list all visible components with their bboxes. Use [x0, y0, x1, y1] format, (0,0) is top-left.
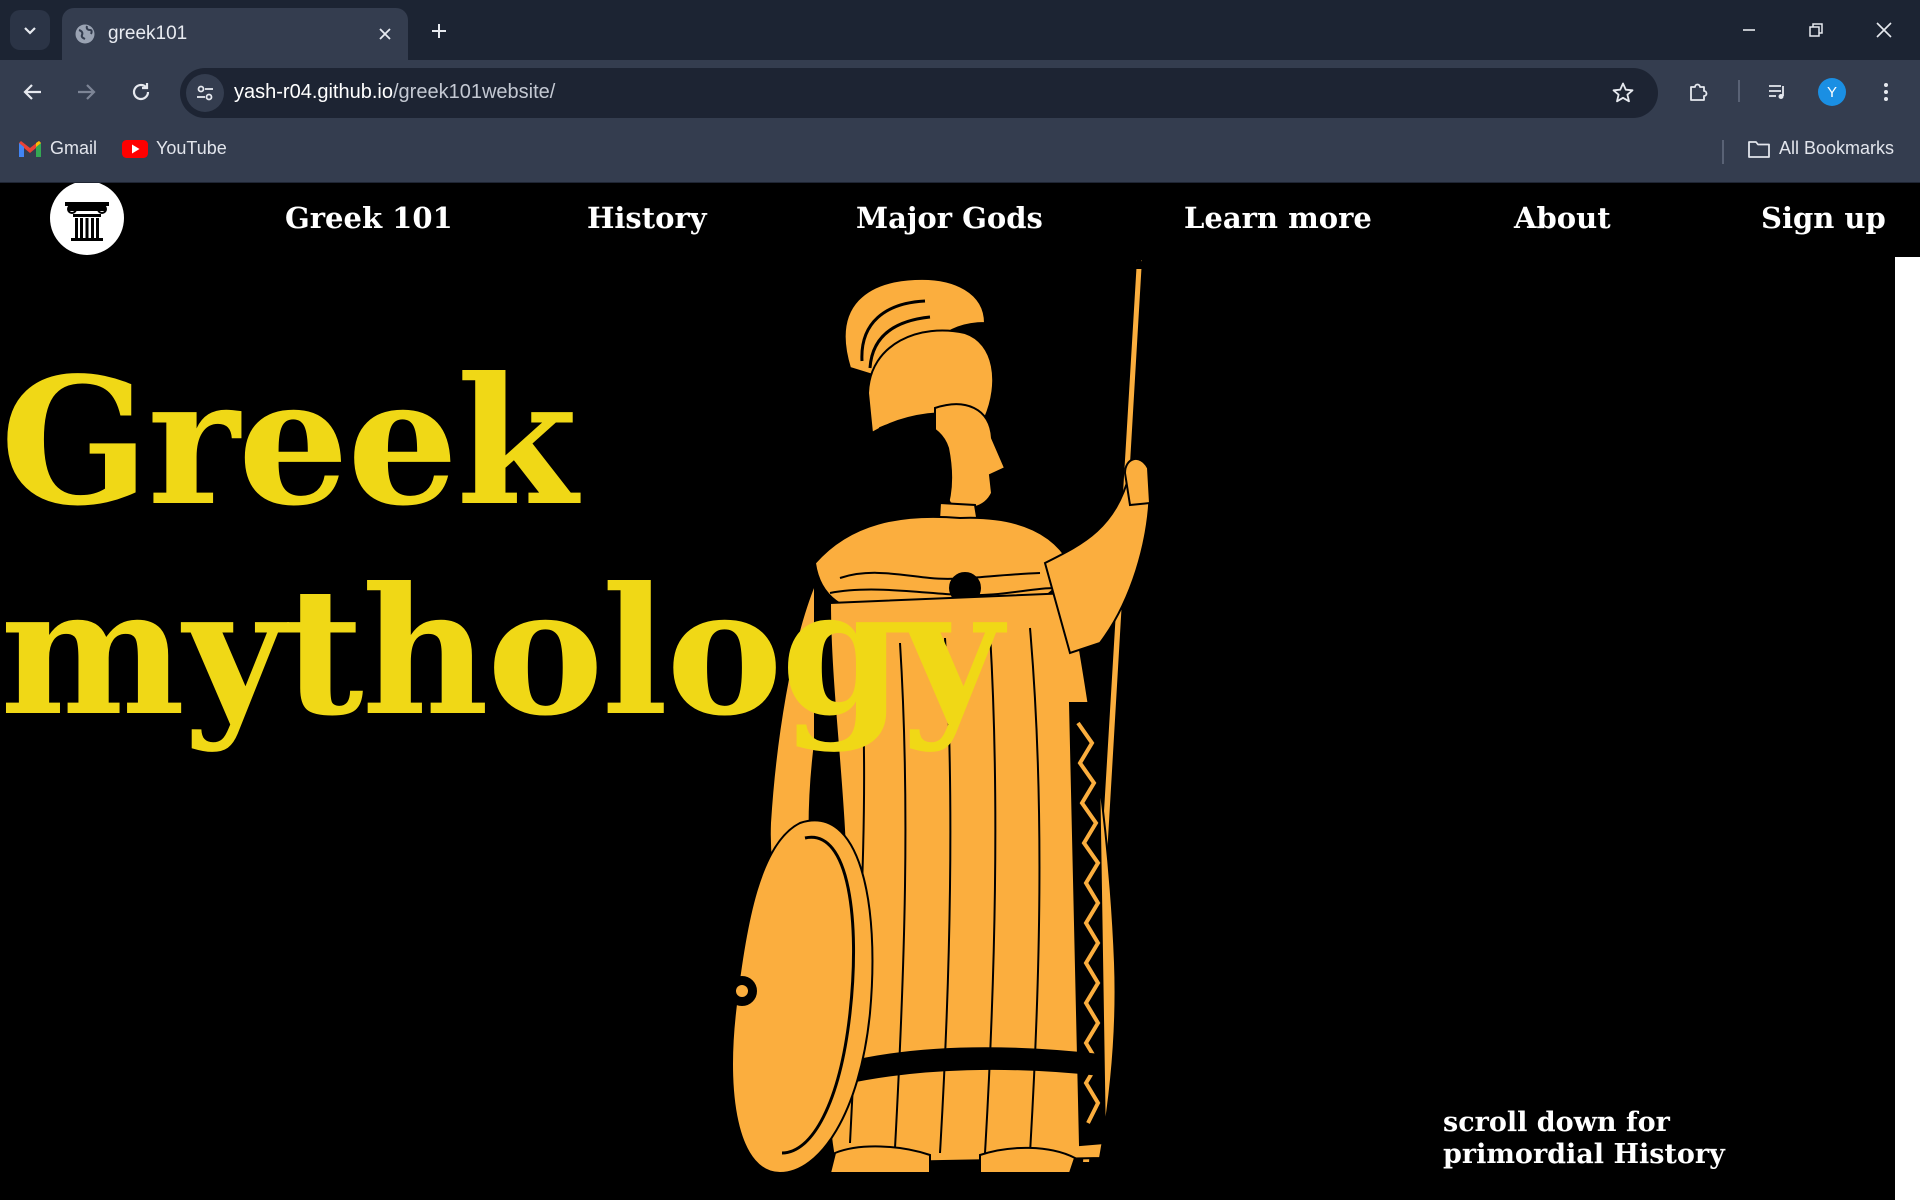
media-controls-button[interactable] [1759, 73, 1797, 111]
kebab-menu-icon [1884, 83, 1888, 101]
bookmark-gmail[interactable]: Gmail [18, 138, 97, 159]
tune-icon [197, 85, 213, 101]
nav-link-learn-more[interactable]: Learn more [1184, 201, 1372, 235]
bookmark-youtube[interactable]: YouTube [122, 138, 227, 159]
extensions-button[interactable] [1680, 73, 1718, 111]
nav-link-about[interactable]: About [1514, 201, 1611, 235]
hero-title-line-1: Greek [0, 340, 578, 545]
reload-button[interactable] [122, 73, 160, 111]
page-scrollbar[interactable] [1895, 257, 1920, 1200]
back-button[interactable] [14, 73, 52, 111]
minimize-button[interactable] [1721, 8, 1777, 52]
close-icon [1876, 22, 1892, 38]
close-icon [379, 28, 391, 40]
url-host: yash-r04.github.io [234, 81, 393, 103]
bookmark-label: YouTube [156, 138, 227, 158]
globe-icon [75, 24, 95, 44]
nav-link-major-gods[interactable]: Major Gods [856, 201, 1043, 235]
bookmark-label: Gmail [50, 138, 98, 158]
folder-icon [1748, 140, 1770, 158]
all-bookmarks-button[interactable]: All Bookmarks [1747, 138, 1894, 159]
url-path: /greek101website/ [392, 81, 556, 103]
scroll-hint: scroll down for primordial History [1443, 1107, 1725, 1171]
bookmark-star-button[interactable] [1608, 78, 1638, 108]
star-icon [1612, 82, 1634, 103]
tab-title: greek101 [108, 23, 188, 44]
media-queue-icon [1769, 85, 1784, 99]
greek-column-icon [65, 202, 109, 241]
scroll-hint-line-1: scroll down for [1443, 1107, 1670, 1138]
menu-button[interactable] [1867, 73, 1905, 111]
restore-icon [1809, 23, 1823, 37]
url-text: yash-r04.github.io/greek101website/ [234, 81, 555, 104]
bookmarks-divider [1722, 140, 1724, 164]
bookmarks-bar: Gmail YouTube All Bookmarks [0, 122, 1920, 183]
window-close-button[interactable] [1856, 8, 1912, 52]
all-bookmarks-label: All Bookmarks [1779, 138, 1895, 158]
tab-close-button[interactable] [370, 19, 400, 49]
nav-link-sign-up[interactable]: Sign up [1761, 201, 1886, 235]
tab-search-button[interactable] [10, 10, 50, 50]
tab-greek101[interactable]: greek101 [62, 8, 408, 60]
reload-icon [132, 83, 150, 101]
profile-initial: Y [1826, 83, 1837, 101]
address-bar[interactable]: yash-r04.github.io/greek101website/ [180, 68, 1658, 118]
toolbar-divider [1738, 80, 1740, 102]
hero-title-line-2: mythology [0, 550, 1003, 755]
minimize-icon [1743, 29, 1755, 31]
arrow-right-icon [78, 84, 96, 100]
profile-button[interactable]: Y [1813, 73, 1851, 111]
restore-button[interactable] [1788, 8, 1844, 52]
scroll-hint-line-2: primordial History [1443, 1139, 1725, 1170]
nav-link-greek-101[interactable]: Greek 101 [285, 201, 453, 235]
new-tab-button[interactable] [422, 14, 456, 48]
site-info-button[interactable] [186, 74, 224, 112]
youtube-icon [122, 139, 148, 158]
site-logo[interactable] [50, 183, 124, 255]
puzzle-icon [1690, 83, 1708, 101]
chevron-down-icon [24, 27, 36, 35]
tab-strip: greek101 [0, 0, 1920, 60]
toolbar: yash-r04.github.io/greek101website/ Y [0, 60, 1920, 122]
forward-button[interactable] [67, 73, 105, 111]
web-page: Greek 101 History Major Gods Learn more … [0, 183, 1920, 1200]
plus-icon [432, 24, 446, 38]
hero-title: Greek mythology [0, 338, 1003, 758]
nav-link-history[interactable]: History [587, 201, 707, 235]
arrow-left-icon [23, 84, 41, 100]
gmail-icon [19, 140, 41, 157]
